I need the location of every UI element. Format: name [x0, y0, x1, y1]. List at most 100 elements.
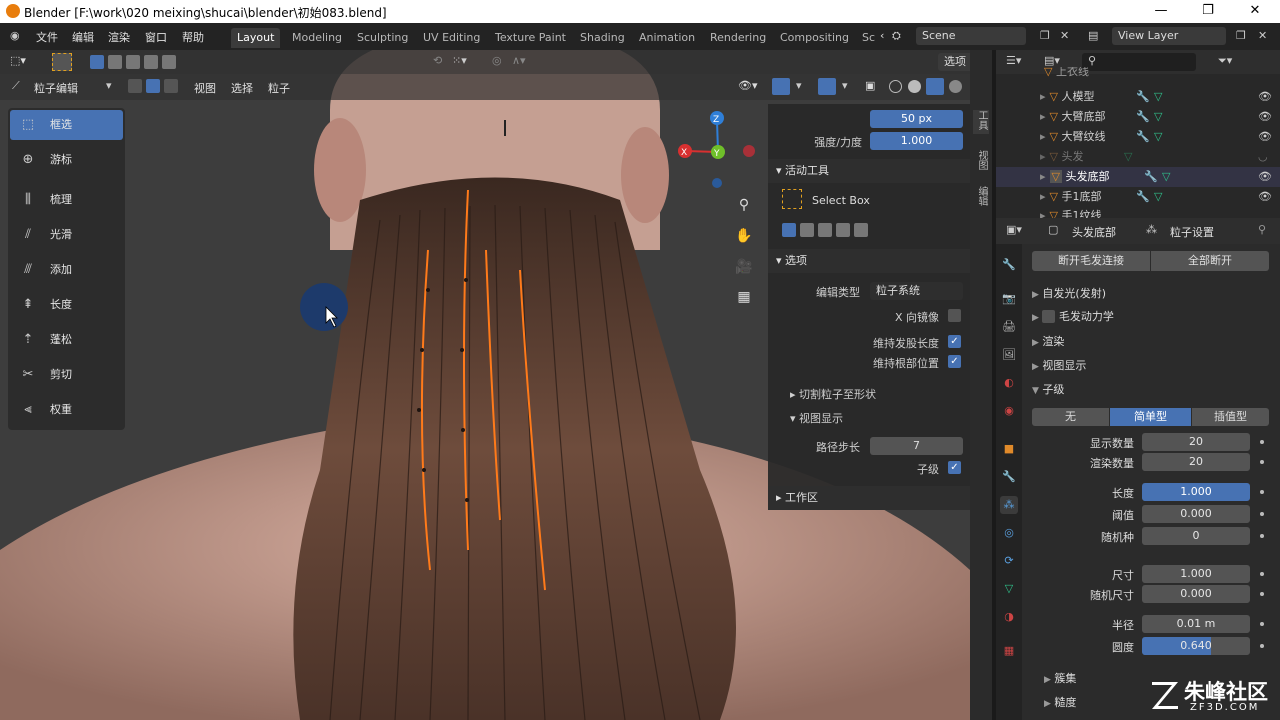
- tab-modeling[interactable]: Modeling: [286, 28, 348, 48]
- mode-extend-icon[interactable]: [800, 223, 814, 237]
- keep-length-checkbox[interactable]: ✓: [948, 335, 961, 348]
- children-checkbox[interactable]: ✓: [948, 461, 961, 474]
- tool-weight[interactable]: ⫷ 权重: [10, 395, 123, 425]
- keyframe-dot[interactable]: [1260, 622, 1264, 626]
- menu-render[interactable]: 渲染: [108, 29, 130, 45]
- select-extend-icon[interactable]: [108, 55, 122, 69]
- active-tool-header[interactable]: ▾ 活动工具: [768, 159, 970, 183]
- tab-scripting[interactable]: Sc: [856, 28, 881, 48]
- properties-editor-icon[interactable]: ▣▾: [1006, 223, 1022, 236]
- outliner-row[interactable]: ▸ ▽ 手1底部 🔧 ▽ 👁: [996, 187, 1280, 207]
- section-hair-dynamics[interactable]: ▶ 毛发动力学: [1032, 308, 1114, 324]
- viewport-display-subpanel[interactable]: ▾ 视图显示: [790, 410, 843, 426]
- view-layer-selector[interactable]: View Layer: [1112, 27, 1226, 45]
- solid-shading-icon[interactable]: [908, 80, 921, 93]
- seed-field[interactable]: 0: [1142, 527, 1250, 545]
- mode-subtract-icon[interactable]: [818, 223, 832, 237]
- visibility-eye-icon[interactable]: 👁: [1258, 167, 1272, 187]
- ortho-grid-icon[interactable]: ▦: [733, 286, 755, 308]
- threshold-field[interactable]: 0.000: [1142, 505, 1250, 523]
- keyframe-dot[interactable]: [1260, 644, 1264, 648]
- disconnect-all-button[interactable]: 全部断开: [1151, 251, 1269, 271]
- keyframe-dot[interactable]: [1260, 572, 1264, 576]
- section-render[interactable]: ▶ 渲染: [1032, 333, 1064, 349]
- keyframe-dot[interactable]: [1260, 490, 1264, 494]
- view-layer-remove-icon[interactable]: ✕: [1258, 29, 1267, 42]
- visibility-eye-icon[interactable]: 👁: [1258, 87, 1272, 107]
- options-dropdown[interactable]: 选项: [938, 53, 970, 71]
- render-amount-field[interactable]: 20: [1142, 453, 1250, 471]
- tab-compositing[interactable]: Compositing: [774, 28, 855, 48]
- texture-tab-icon[interactable]: ▦: [1000, 642, 1018, 660]
- render-tab-icon[interactable]: 📷: [1000, 290, 1018, 308]
- constraints-tab-icon[interactable]: ⟳: [1000, 552, 1018, 570]
- visibility-eye-icon[interactable]: 👁: [1258, 107, 1272, 127]
- menu-help[interactable]: 帮助: [182, 29, 204, 45]
- pin-icon[interactable]: ⚲: [1258, 223, 1266, 236]
- tab-edit[interactable]: 编辑: [973, 186, 989, 210]
- falloff-icon[interactable]: ∧▾: [512, 54, 526, 67]
- keyframe-dot[interactable]: [1260, 512, 1264, 516]
- mode-intersect-icon[interactable]: [854, 223, 868, 237]
- menu-view[interactable]: 视图: [194, 80, 216, 96]
- select-intersect-icon[interactable]: [162, 55, 176, 69]
- cut-shape-subpanel[interactable]: ▸ 切割粒子至形状: [790, 386, 876, 402]
- workspace-scroll-icon[interactable]: ‹: [880, 29, 884, 42]
- scene-tab-icon[interactable]: ◐: [1000, 374, 1018, 392]
- tool-length[interactable]: ⇞ 长度: [10, 290, 123, 320]
- snap-icon[interactable]: ⁙▾: [452, 54, 467, 67]
- outliner-row[interactable]: ▸ ▽ 人模型 🔧 ▽ 👁: [996, 87, 1280, 107]
- particles-tab-icon[interactable]: ⁂: [1000, 496, 1018, 514]
- scene-selector[interactable]: Scene: [916, 27, 1026, 45]
- section-viewport-display[interactable]: ▶ 视图显示: [1032, 357, 1086, 373]
- outliner-editor-icon[interactable]: ☰▾: [1006, 54, 1021, 67]
- point-select-mode-icon[interactable]: [146, 79, 160, 93]
- children-mode-simple[interactable]: 简单型: [1110, 408, 1191, 426]
- keyframe-dot[interactable]: [1260, 460, 1264, 464]
- filter-icon[interactable]: ⏷▾: [1218, 54, 1232, 68]
- radius-prop-field[interactable]: 0.01 m: [1142, 615, 1250, 633]
- gizmo-dropdown-icon[interactable]: ▾: [796, 79, 802, 92]
- tab-uv-editing[interactable]: UV Editing: [417, 28, 486, 48]
- menu-edit[interactable]: 编辑: [72, 29, 94, 45]
- keyframe-dot[interactable]: [1260, 440, 1264, 444]
- xray-icon[interactable]: ▣: [865, 79, 875, 92]
- tab-tool[interactable]: 工具: [973, 110, 989, 134]
- keyframe-dot[interactable]: [1260, 592, 1264, 596]
- outliner-row[interactable]: ▸ ▽ 大臂底部 🔧 ▽ 👁: [996, 107, 1280, 127]
- outliner-row[interactable]: ▸ ▽ 头发 ▽ ◡: [996, 147, 1280, 167]
- mesh-data-tab-icon[interactable]: ▽: [1000, 580, 1018, 598]
- display-mode-icon[interactable]: ▤▾: [1044, 54, 1060, 67]
- select-subtract-icon[interactable]: [126, 55, 140, 69]
- maximize-button[interactable]: ❐: [1198, 3, 1218, 18]
- section-emission[interactable]: ▶ 自发光(发射): [1032, 285, 1106, 301]
- output-tab-icon[interactable]: 🖨: [1000, 318, 1018, 336]
- physics-tab-icon[interactable]: ◎: [1000, 524, 1018, 542]
- tool-cursor[interactable]: ⊕ 游标: [10, 145, 123, 175]
- mode-invert-icon[interactable]: [836, 223, 850, 237]
- minimize-button[interactable]: —: [1151, 3, 1171, 18]
- tab-shading[interactable]: Shading: [574, 28, 631, 48]
- rendered-shading-icon[interactable]: [949, 80, 962, 93]
- x-mirror-checkbox[interactable]: [948, 309, 961, 322]
- overlays-toggle-icon[interactable]: [818, 78, 836, 95]
- path-select-mode-icon[interactable]: [128, 79, 142, 93]
- select-invert-icon[interactable]: [144, 55, 158, 69]
- outliner-row[interactable]: ▽ 上衣线: [996, 67, 1280, 81]
- path-steps-field[interactable]: 7: [870, 437, 963, 455]
- select-tool-icon[interactable]: [52, 53, 72, 71]
- transform-pivot-icon[interactable]: ⟲: [433, 54, 442, 67]
- subsection-roughness[interactable]: ▶ 糙度: [1044, 694, 1076, 710]
- children-mode-none[interactable]: 无: [1032, 408, 1109, 426]
- tab-texture-paint[interactable]: Texture Paint: [489, 28, 572, 48]
- children-mode-interpolated[interactable]: 插值型: [1192, 408, 1269, 426]
- material-shading-icon[interactable]: [926, 78, 944, 95]
- tool-select-box[interactable]: ⬚ 框选: [10, 110, 123, 140]
- outliner-row[interactable]: ▸ ▽ 大臂纹线 🔧 ▽ 👁: [996, 127, 1280, 147]
- disconnect-hair-button[interactable]: 断开毛发连接: [1032, 251, 1150, 271]
- workspace-header[interactable]: ▸ 工作区: [768, 486, 970, 510]
- proportional-edit-icon[interactable]: ◎: [492, 54, 502, 67]
- camera-view-icon[interactable]: 🎥: [733, 256, 755, 278]
- size-field[interactable]: 1.000: [1142, 565, 1250, 583]
- menu-file[interactable]: 文件: [36, 29, 58, 45]
